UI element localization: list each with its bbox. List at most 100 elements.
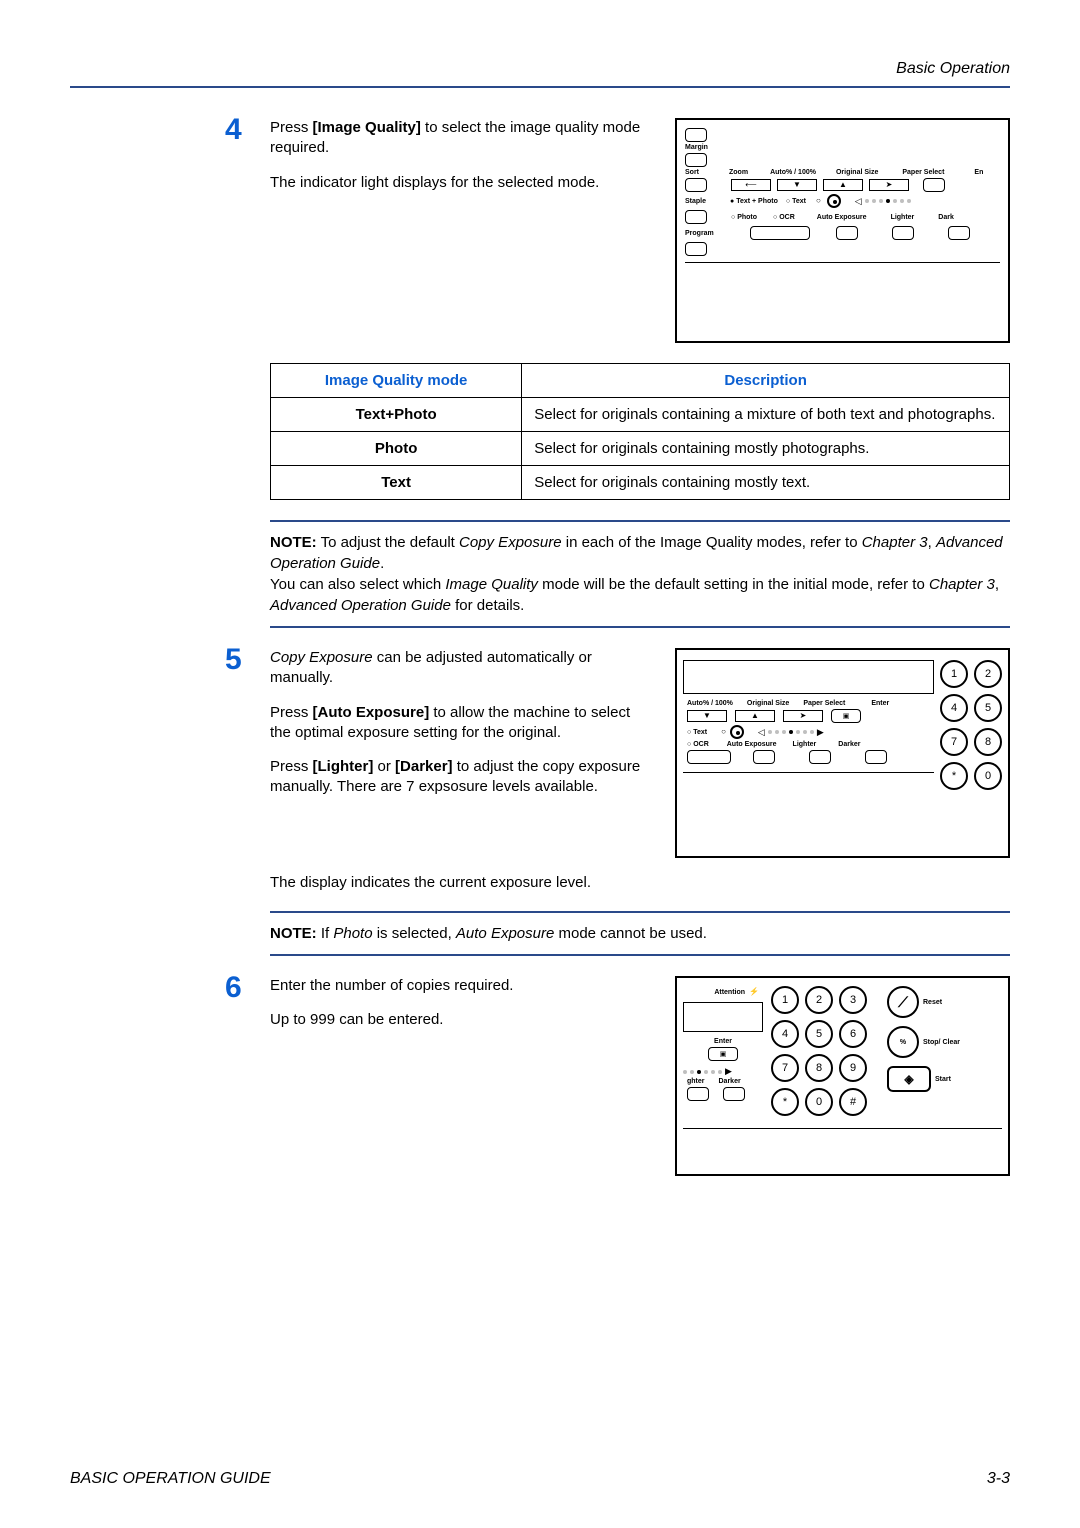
text: mode will be the default setting in the …	[538, 576, 929, 593]
text: Auto Exposure	[456, 925, 554, 942]
cell-desc: Select for originals containing mostly t…	[522, 466, 1010, 500]
text: You can also select which	[270, 576, 445, 593]
step4-para1: Press [Image Quality] to select the imag…	[270, 118, 655, 159]
th-desc: Description	[522, 364, 1010, 398]
label: Original Size	[836, 169, 878, 176]
label: OCR	[779, 214, 795, 221]
text: Press	[270, 758, 313, 775]
key-hash: #	[839, 1088, 867, 1116]
note-label: NOTE:	[270, 925, 317, 942]
text: ,	[928, 534, 936, 551]
cell-desc: Select for originals containing mostly p…	[522, 432, 1010, 466]
step5-para4: The display indicates the current exposu…	[270, 874, 1010, 891]
key-3: 3	[839, 986, 867, 1014]
keypad-partial: 1 2 4 5 7 8 * 0	[940, 660, 1002, 804]
label: Staple	[685, 198, 706, 205]
key-5: 5	[974, 694, 1002, 722]
label: Program	[685, 230, 714, 237]
label: Text	[792, 198, 806, 205]
stop-clear-key: %	[887, 1026, 919, 1058]
key-5: 5	[805, 1020, 833, 1048]
page-header: Basic Operation	[70, 60, 1010, 78]
note-block-1: NOTE: To adjust the default Copy Exposur…	[270, 520, 1010, 628]
text: .	[380, 555, 384, 572]
start-key: ◈	[887, 1066, 931, 1092]
text: Press	[270, 119, 313, 136]
label: Sort	[685, 169, 699, 176]
label: Darker	[838, 741, 860, 748]
key-4: 4	[940, 694, 968, 722]
key-0: 0	[805, 1088, 833, 1116]
page-number: 3-3	[987, 1470, 1010, 1488]
control-panel-diagram-1: Margin Sort Zoom Auto% / 100% Original S…	[675, 118, 1010, 343]
step5-para1: Copy Exposure can be adjusted automatica…	[270, 648, 655, 689]
label: Dark	[938, 214, 954, 221]
label: Start	[935, 1076, 951, 1083]
numeric-keypad: 1 2 3 4 5 6 7 8 9 * 0 #	[771, 986, 867, 1116]
cell-mode: Text+Photo	[271, 398, 522, 432]
text: Photo	[333, 925, 372, 942]
label: Lighter	[793, 741, 817, 748]
th-mode: Image Quality mode	[271, 364, 522, 398]
key-0: 0	[974, 762, 1002, 790]
text: Advanced Operation Guide	[270, 597, 451, 614]
step-number-4: 4	[225, 113, 242, 147]
cell-mode: Photo	[271, 432, 522, 466]
label: Text	[693, 729, 707, 736]
key-8: 8	[974, 728, 1002, 756]
text: If	[317, 925, 334, 942]
cell-desc: Select for originals containing a mixtur…	[522, 398, 1010, 432]
step-5: 5 Copy Exposure can be adjusted automati…	[270, 648, 1010, 891]
header-rule	[70, 86, 1010, 88]
label: Enter	[683, 1038, 763, 1045]
darker-keyref: [Darker]	[395, 758, 453, 775]
image-quality-table: Image Quality mode Description Text+Phot…	[270, 363, 1010, 500]
footer-title: BASIC OPERATION GUIDE	[70, 1470, 271, 1488]
side-keys: ⟋ Reset % Stop/ Clear ◈ Start	[887, 986, 960, 1116]
label: Margin	[685, 144, 708, 151]
text: mode cannot be used.	[554, 925, 707, 942]
label: Lighter	[891, 214, 915, 221]
text: Chapter 3	[929, 576, 995, 593]
label: OCR	[693, 741, 709, 748]
reset-key: ⟋	[887, 986, 919, 1018]
text: Press	[270, 704, 313, 721]
step5-para3: Press [Lighter] or [Darker] to adjust th…	[270, 757, 655, 798]
key-6: 6	[839, 1020, 867, 1048]
key-7: 7	[771, 1054, 799, 1082]
text: is selected,	[373, 925, 456, 942]
table-row: Photo Select for originals containing mo…	[271, 432, 1010, 466]
label: Photo	[737, 214, 757, 221]
step4-para2: The indicator light displays for the sel…	[270, 173, 655, 193]
cell-mode: Text	[271, 466, 522, 500]
label: Enter	[871, 700, 889, 707]
label: Auto% / 100%	[687, 700, 733, 707]
lighter-keyref: [Lighter]	[313, 758, 374, 775]
label: Zoom	[729, 169, 748, 176]
key-2: 2	[805, 986, 833, 1014]
key-star: *	[940, 762, 968, 790]
key-7: 7	[940, 728, 968, 756]
text: ,	[995, 576, 999, 593]
step-6: 6 Enter the number of copies required. U…	[270, 976, 1010, 1176]
label: Auto Exposure	[817, 214, 867, 221]
label: Paper Select	[902, 169, 944, 176]
step-4: 4 Press [Image Quality] to select the im…	[270, 118, 1010, 343]
text: or	[373, 758, 395, 775]
label: Original Size	[747, 700, 789, 707]
text: Image Quality	[445, 576, 538, 593]
key-8: 8	[805, 1054, 833, 1082]
key-2: 2	[974, 660, 1002, 688]
label: ghter	[687, 1078, 705, 1085]
label: Attention	[714, 989, 745, 996]
note-block-2: NOTE: If Photo is selected, Auto Exposur…	[270, 911, 1010, 956]
key-1: 1	[940, 660, 968, 688]
step6-para1: Enter the number of copies required.	[270, 976, 655, 996]
label: Auto% / 100%	[770, 169, 816, 176]
label: Paper Select	[803, 700, 845, 707]
text: To adjust the default	[317, 534, 459, 551]
image-quality-keyref: [Image Quality]	[313, 119, 421, 136]
step-number-6: 6	[225, 971, 242, 1005]
key-9: 9	[839, 1054, 867, 1082]
text: for details.	[451, 597, 524, 614]
